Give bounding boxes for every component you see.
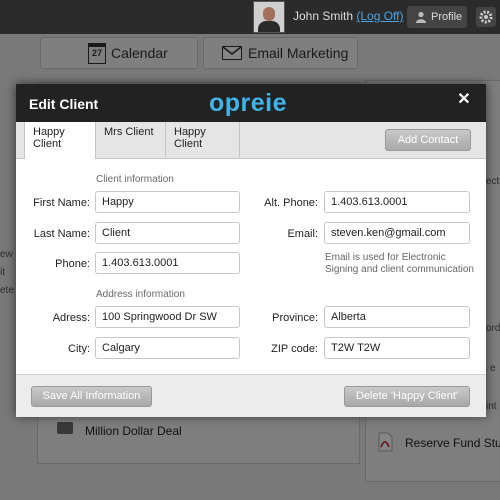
tab-happy-client-2[interactable]: Happy Client [166, 122, 240, 157]
gear-icon[interactable] [476, 7, 496, 27]
tab-happy-client[interactable]: Happy Client [24, 122, 96, 159]
add-contact-button[interactable]: Add Contact [385, 129, 471, 151]
client-info-heading: Client information [96, 174, 174, 185]
modal-footer: Save All Information Delete 'Happy Clien… [16, 374, 486, 417]
province-field[interactable]: Alberta [324, 306, 470, 328]
phone-field[interactable]: 1.403.613.0001 [95, 252, 240, 274]
alt-phone-label: Alt. Phone: [264, 197, 318, 209]
last-name-label: Last Name: [33, 228, 90, 240]
city-field[interactable]: Calgary [95, 337, 240, 359]
modal-header: Edit Client opreie ✕ [16, 84, 486, 122]
email-note: Email is used for Electronic Signing and… [325, 252, 474, 275]
zip-field[interactable]: T2W T2W [324, 337, 470, 359]
avatar[interactable] [253, 1, 285, 33]
first-name-field[interactable]: Happy [95, 191, 240, 213]
contact-tabs: Happy Client Mrs Client Happy Client Add… [16, 122, 486, 159]
email-field[interactable]: steven.ken@gmail.com [324, 222, 470, 244]
phone-label: Phone: [55, 258, 90, 270]
alt-phone-field[interactable]: 1.403.613.0001 [324, 191, 470, 213]
logoff-link[interactable]: (Log Off) [356, 9, 403, 23]
delete-client-button[interactable]: Delete 'Happy Client' [344, 386, 470, 407]
logo: opreie [209, 89, 288, 117]
close-icon[interactable]: ✕ [457, 92, 471, 108]
last-name-field[interactable]: Client [95, 222, 240, 244]
address-info-heading: Address information [96, 289, 185, 300]
edit-client-modal: Edit Client opreie ✕ Happy Client Mrs Cl… [16, 84, 486, 417]
user-icon [416, 11, 426, 23]
user-name: John Smith (Log Off) [293, 9, 404, 23]
email-label: Email: [287, 228, 318, 240]
province-label: Province: [272, 312, 318, 324]
first-name-label: First Name: [33, 197, 90, 209]
tab-mrs-client[interactable]: Mrs Client [96, 122, 166, 157]
profile-button[interactable]: Profile [407, 6, 467, 28]
address-field[interactable]: 100 Springwood Dr SW [95, 306, 240, 328]
user-name-text: John Smith [293, 9, 354, 23]
modal-title: Edit Client [29, 96, 99, 112]
city-label: City: [68, 343, 90, 355]
address-label: Adress: [52, 312, 90, 324]
profile-label: Profile [431, 11, 463, 23]
save-all-button[interactable]: Save All Information [31, 386, 152, 407]
zip-label: ZIP code: [271, 343, 318, 355]
